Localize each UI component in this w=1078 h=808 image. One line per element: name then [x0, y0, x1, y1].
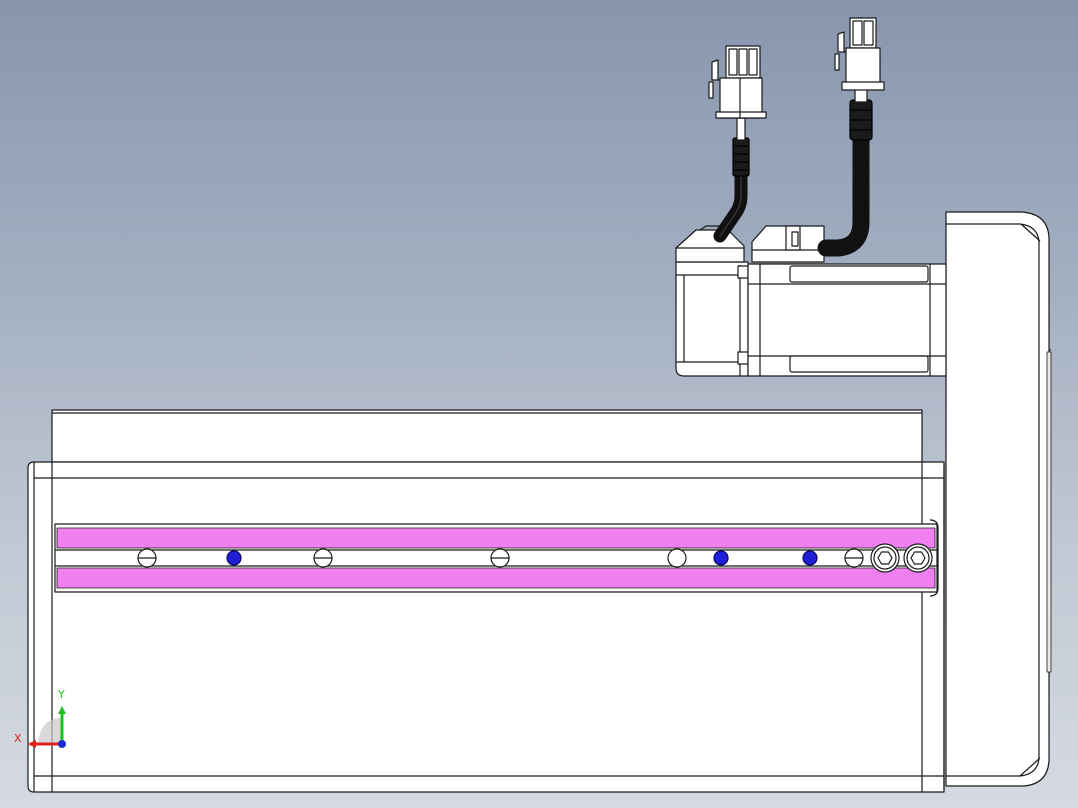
power-cable-icon: [817, 87, 873, 257]
end-plate[interactable]: [945, 211, 1052, 787]
blue-marker-dot: [226, 550, 242, 566]
power-plug-connector-icon[interactable]: [834, 17, 885, 91]
encoder-cable-icon: [713, 117, 750, 243]
triad-x-label: X: [14, 732, 22, 745]
encoder-connector-housing[interactable]: [675, 225, 745, 263]
encoder-plug-connector-icon[interactable]: [708, 45, 767, 119]
plain-hole-icon: [667, 548, 687, 568]
servo-motor[interactable]: [675, 261, 947, 377]
slotted-screw-icon: [137, 548, 157, 568]
top-cover[interactable]: [51, 409, 923, 463]
hex-socket-screw-icon: [903, 543, 933, 573]
triad-y-label: Y: [58, 688, 65, 701]
slotted-screw-icon: [490, 548, 510, 568]
actuator-body[interactable]: [27, 461, 945, 793]
slotted-screw-icon: [313, 548, 333, 568]
blue-marker-dot: [713, 550, 729, 566]
blue-marker-dot: [802, 550, 818, 566]
cad-model-view[interactable]: [0, 0, 1078, 808]
hex-socket-screw-icon: [870, 543, 900, 573]
cad-graphics-viewport[interactable]: X Y: [0, 0, 1078, 808]
slotted-screw-icon: [844, 548, 864, 568]
power-connector-housing[interactable]: [751, 225, 825, 263]
